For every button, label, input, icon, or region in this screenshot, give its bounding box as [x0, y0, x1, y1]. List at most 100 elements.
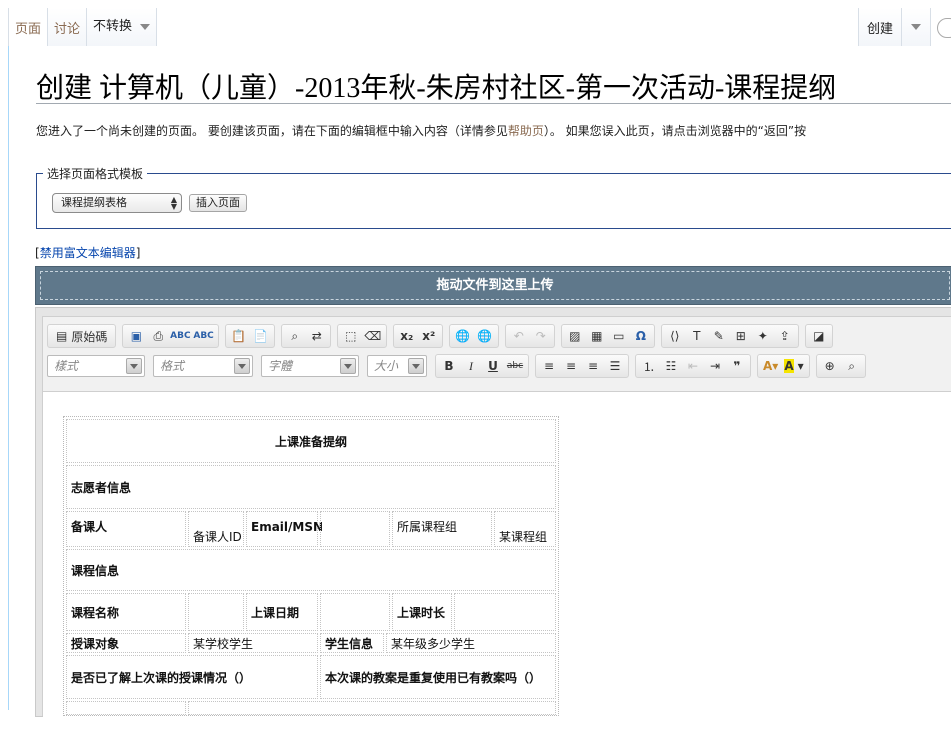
print-icon[interactable]: ⎙: [147, 325, 169, 347]
toolbar-group-source: ▤ 原始碼: [47, 324, 117, 348]
source-button[interactable]: ▤ 原始碼: [50, 325, 113, 347]
intro-text: 您进入了一个尚未创建的页面。 要创建该页面，请在下面的编辑框中输入内容（详情参见…: [36, 122, 806, 139]
underline-icon[interactable]: U: [482, 355, 504, 377]
template-fieldset: 选择页面格式模板 课程提纲表格 ▲ ▼ 插入页面: [36, 165, 951, 229]
italic-icon[interactable]: I: [460, 355, 482, 377]
toolbar-row-1: ▤ 原始碼 ▣ ⎙ ABC ABC 📋 📄 ⌕ ⇄ ⬚ ⌫ x₂ x² 🌐 🌐 …: [43, 321, 839, 351]
content-border: [8, 46, 9, 710]
table-row[interactable]: [66, 701, 186, 715]
horizontal-rule-icon[interactable]: ▭: [608, 325, 630, 347]
outline-table: 上课准备提纲 志愿者信息 备课人 备课人ID Email/MSN 所属课程组 某…: [63, 416, 559, 716]
tab-page[interactable]: 页面: [8, 8, 48, 46]
chevron-down-icon: [140, 24, 151, 30]
help-page-link[interactable]: 帮助页: [508, 124, 544, 138]
paste-text-icon[interactable]: 📄: [250, 325, 272, 347]
text-color-icon[interactable]: A▾: [760, 355, 781, 377]
strike-icon[interactable]: abc: [504, 355, 526, 377]
toolbar-row-2: 樣式 格式 字體 大小 B I U abc ≡ ≡ ≡ ☰ ⒈ ☷ ⇤ ⇥ ❞ …: [43, 351, 872, 381]
signature-icon[interactable]: ✎: [708, 325, 730, 347]
format-combo-label: 格式: [160, 359, 185, 373]
toolbar-group-align: ≡ ≡ ≡ ☰: [535, 354, 629, 378]
media-icon[interactable]: ⊞: [730, 325, 752, 347]
toolbar-group-lists: ⒈ ☷ ⇤ ⇥ ❞: [635, 354, 751, 378]
chevron-down-icon: [408, 358, 424, 374]
student-info-value-cell: 某年级多少学生: [386, 633, 556, 653]
find-icon[interactable]: ⌕: [284, 325, 306, 347]
toolbar-group-document: ▣ ⎙ ABC ABC: [122, 324, 219, 348]
numbered-list-icon[interactable]: ⒈: [638, 355, 660, 377]
unlink-icon[interactable]: 🌐: [474, 325, 496, 347]
redo-icon[interactable]: ↷: [530, 325, 552, 347]
show-blocks-icon[interactable]: ⊕: [819, 355, 841, 377]
paste-icon[interactable]: 📋: [228, 325, 250, 347]
subscript-icon[interactable]: x₂: [396, 325, 418, 347]
template-icon[interactable]: ⟨⟩: [664, 325, 686, 347]
size-combo[interactable]: 大小: [367, 355, 427, 377]
image-icon[interactable]: ▨: [564, 325, 586, 347]
tab-create[interactable]: 创建: [857, 8, 901, 46]
link-icon[interactable]: 🌐: [452, 325, 474, 347]
audience-cell: 授课对象: [66, 633, 186, 653]
textbox-icon[interactable]: T: [686, 325, 708, 347]
styles-combo[interactable]: 樣式: [47, 355, 145, 377]
toolbar-group-insert: ▨ ▦ ▭ Ω: [560, 324, 655, 348]
course-name-value-cell[interactable]: [188, 593, 244, 631]
intro-text-after: ）。 如果您误入此页，请点击浏览器中的“返回”按: [543, 124, 807, 138]
chevron-down-icon: [340, 358, 356, 374]
volunteer-info-cell: 志愿者信息: [66, 465, 556, 509]
tab-talk[interactable]: 讨论: [47, 8, 87, 46]
upload-dropzone[interactable]: 拖动文件到这里上传: [35, 266, 951, 305]
toolbar-group-find: ⌕ ⇄: [280, 324, 331, 348]
maximize-icon[interactable]: ◪: [808, 325, 830, 347]
size-combo-label: 大小: [374, 359, 399, 373]
email-value-cell[interactable]: [320, 511, 390, 547]
variant-label: 不转换: [93, 19, 133, 34]
font-combo-label: 字體: [268, 359, 293, 373]
bulleted-list-icon[interactable]: ☷: [660, 355, 682, 377]
indent-icon[interactable]: ⇥: [704, 355, 726, 377]
editor-content[interactable]: 上课准备提纲 志愿者信息 备课人 备课人ID Email/MSN 所属课程组 某…: [43, 391, 951, 731]
format-combo[interactable]: 格式: [153, 355, 253, 377]
bold-icon[interactable]: B: [438, 355, 460, 377]
spellcheck-as-you-type-icon[interactable]: ABC: [191, 325, 215, 347]
select-all-icon[interactable]: ⬚: [340, 325, 362, 347]
font-combo[interactable]: 字體: [261, 355, 359, 377]
preparer-cell: 备课人: [66, 511, 186, 547]
search-input[interactable]: [931, 8, 951, 46]
insert-page-button[interactable]: 插入页面: [189, 194, 247, 212]
undo-icon[interactable]: ↶: [508, 325, 530, 347]
title-divider: [36, 103, 951, 104]
right-tabs: 创建: [857, 8, 951, 46]
table-icon[interactable]: ▦: [586, 325, 608, 347]
outdent-icon[interactable]: ⇤: [682, 355, 704, 377]
variant-dropdown[interactable]: 不转换: [86, 8, 158, 46]
chevron-down-icon: [234, 358, 250, 374]
replace-icon[interactable]: ⇄: [306, 325, 328, 347]
align-center-icon[interactable]: ≡: [560, 355, 582, 377]
table-row[interactable]: [188, 701, 556, 715]
disable-rich-editor-link[interactable]: 禁用富文本编辑器: [40, 246, 136, 260]
class-date-value-cell[interactable]: [320, 593, 390, 631]
upload-dropzone-label: 拖动文件到这里上传: [40, 271, 950, 300]
preview-icon[interactable]: ⌕: [841, 355, 863, 377]
superscript-icon[interactable]: x²: [418, 325, 440, 347]
remove-format-icon[interactable]: ⌫: [362, 325, 384, 347]
toolbar-group-select: ⬚ ⌫: [336, 324, 387, 348]
more-actions-dropdown[interactable]: [901, 8, 931, 46]
background-color-icon[interactable]: A ▾: [781, 355, 806, 377]
spellcheck-icon[interactable]: ABC: [169, 325, 191, 347]
blockquote-icon[interactable]: ❞: [726, 355, 748, 377]
align-right-icon[interactable]: ≡: [582, 355, 604, 377]
course-group-cell: 所属课程组: [392, 511, 492, 547]
save-icon[interactable]: ▣: [125, 325, 147, 347]
upload-icon[interactable]: ⇪: [774, 325, 796, 347]
duration-value-cell[interactable]: [454, 593, 556, 631]
magic-word-icon[interactable]: ✦: [752, 325, 774, 347]
template-select[interactable]: 课程提纲表格 ▲ ▼: [52, 193, 182, 213]
page-title: 创建 计算机（儿童）-2013年秋-朱房村社区-第一次活动-课程提纲: [36, 73, 837, 104]
align-left-icon[interactable]: ≡: [538, 355, 560, 377]
align-justify-icon[interactable]: ☰: [604, 355, 626, 377]
table-heading: 上课准备提纲: [66, 419, 556, 463]
special-char-icon[interactable]: Ω: [630, 325, 652, 347]
toolbar-group-wiki: ⟨⟩ T ✎ ⊞ ✦ ⇪: [660, 324, 799, 348]
